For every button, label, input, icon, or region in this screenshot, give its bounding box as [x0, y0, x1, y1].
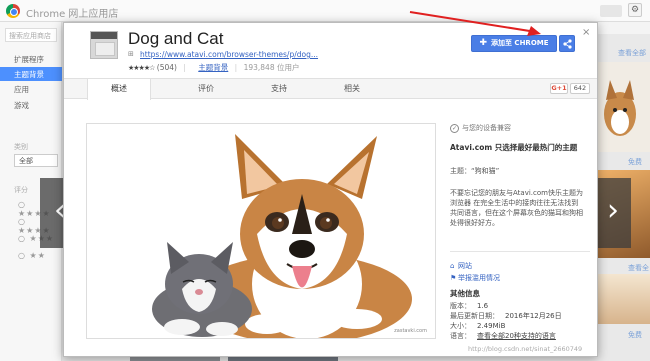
more-info-title: 其他信息	[450, 289, 480, 298]
separator: |	[234, 63, 238, 72]
version-label: 版本：	[450, 302, 471, 310]
tab-support[interactable]: 支持	[247, 79, 311, 99]
sidebar-item-apps[interactable]: 应用	[0, 82, 62, 96]
app-title: Dog and Cat	[128, 29, 224, 48]
google-plus-count: 642	[570, 83, 590, 94]
report-abuse-link[interactable]: ⚑ 举报滥用情况	[450, 273, 500, 283]
website-label: 网站	[458, 262, 472, 270]
tab-overview[interactable]: 概述	[87, 79, 151, 100]
image-watermark: zastavki.com	[394, 328, 427, 334]
free-label: 免费	[628, 331, 642, 339]
divider	[450, 251, 590, 252]
view-all-link[interactable]: 查看全部	[618, 48, 646, 58]
user-account[interactable]	[600, 5, 622, 17]
sidebar-item-extensions[interactable]: 扩展程序	[0, 52, 62, 66]
theme-tile-dog[interactable]	[590, 62, 650, 152]
website-link[interactable]: ⌂ 网站	[450, 261, 472, 271]
extension-detail-dialog: Dog and Cat ⊞ https://www.atavi.com/brow…	[63, 22, 598, 357]
description-title: Atavi.com 只选择最好最热门的主题	[450, 143, 578, 152]
chrome-logo-icon	[6, 4, 20, 18]
right-panel-header	[590, 22, 650, 34]
dog-and-cat-illustration	[152, 134, 412, 338]
store-title: Chrome 网上应用店	[26, 9, 119, 20]
size-value: 2.49MiB	[477, 322, 506, 330]
theme-name-line: 主题：“狗和猫”	[450, 167, 500, 175]
flag-icon: ⚑	[450, 274, 457, 282]
category-select[interactable]: 全部	[14, 154, 58, 167]
rating-row: ★★★★☆ (504) | 主题背景 | 193,848 位用户	[128, 62, 299, 73]
share-button[interactable]	[559, 35, 575, 52]
close-icon[interactable]: ×	[582, 27, 590, 38]
verified-site-icon: ⊞	[128, 50, 134, 58]
sidebar-item-games[interactable]: 游戏	[0, 98, 62, 112]
blog-watermark: http://blog.csdn.net/sinat_2660749	[468, 345, 583, 353]
category-link[interactable]: 主题背景	[198, 63, 228, 72]
separator: |	[183, 63, 186, 72]
free-label: 免费	[628, 158, 642, 166]
share-icon	[563, 39, 572, 49]
plus-icon: ✚	[479, 38, 487, 48]
updated-row: 最后更新日期： 2016年12月26日	[450, 311, 595, 321]
size-row: 大小： 2.49MiB	[450, 321, 595, 331]
theme-app-icon	[90, 31, 118, 59]
home-icon: ⌂	[450, 262, 455, 270]
rating-filter-label: 评分	[14, 186, 28, 194]
version-row: 版本： 1.6	[450, 301, 595, 311]
rating-stars-icon: ★★★★☆	[128, 64, 155, 72]
report-label: 举报滥用情况	[458, 274, 500, 282]
user-count: 193,848 位用户	[243, 63, 300, 72]
language-link[interactable]: 查看全部20种支持的语言	[477, 332, 556, 340]
compatibility-text: 与您的设备兼容	[462, 124, 511, 132]
carousel-next-button[interactable]: ›	[595, 178, 631, 248]
store-search-input[interactable]: 搜索应用商店	[5, 28, 57, 42]
language-label: 语言：	[450, 332, 471, 340]
check-icon: ✓	[450, 124, 459, 133]
gear-icon[interactable]: ⚙	[628, 3, 642, 17]
language-row: 语言： 查看全部20种支持的语言	[450, 331, 595, 341]
rating-count[interactable]: (504)	[157, 63, 177, 72]
size-label: 大小：	[450, 322, 471, 330]
updated-label: 最后更新日期：	[450, 312, 499, 320]
theme-preview-image: zastavki.com	[86, 123, 436, 339]
google-plus-button[interactable]: G+1	[550, 83, 568, 94]
add-to-chrome-button[interactable]: ✚ 添加至 CHROME	[471, 35, 557, 52]
detail-tabs: 概述 评价 支持 相关	[64, 78, 597, 100]
category-label: 类别	[14, 143, 28, 151]
description-body: 不要忘记您的朋友与Atavi.com快乐主题为浏览器 在完全生活中的接肉往往无法…	[450, 189, 583, 227]
rating-filter-option[interactable]: ○ ★★	[18, 251, 58, 261]
tab-reviews[interactable]: 评价	[174, 79, 238, 99]
sidebar-item-themes[interactable]: 主题背景	[0, 67, 62, 81]
app-url-link[interactable]: https://www.atavi.com/browser-themes/p/d…	[140, 50, 318, 59]
store-header: Chrome 网上应用店 ⚙	[0, 0, 650, 22]
updated-value: 2016年12月26日	[505, 312, 562, 320]
version-value: 1.6	[477, 302, 489, 310]
add-to-chrome-label: 添加至 CHROME	[491, 39, 549, 47]
theme-tile[interactable]	[590, 274, 650, 324]
compatibility-row: ✓ 与您的设备兼容	[450, 123, 511, 133]
tab-related[interactable]: 相关	[320, 79, 384, 99]
